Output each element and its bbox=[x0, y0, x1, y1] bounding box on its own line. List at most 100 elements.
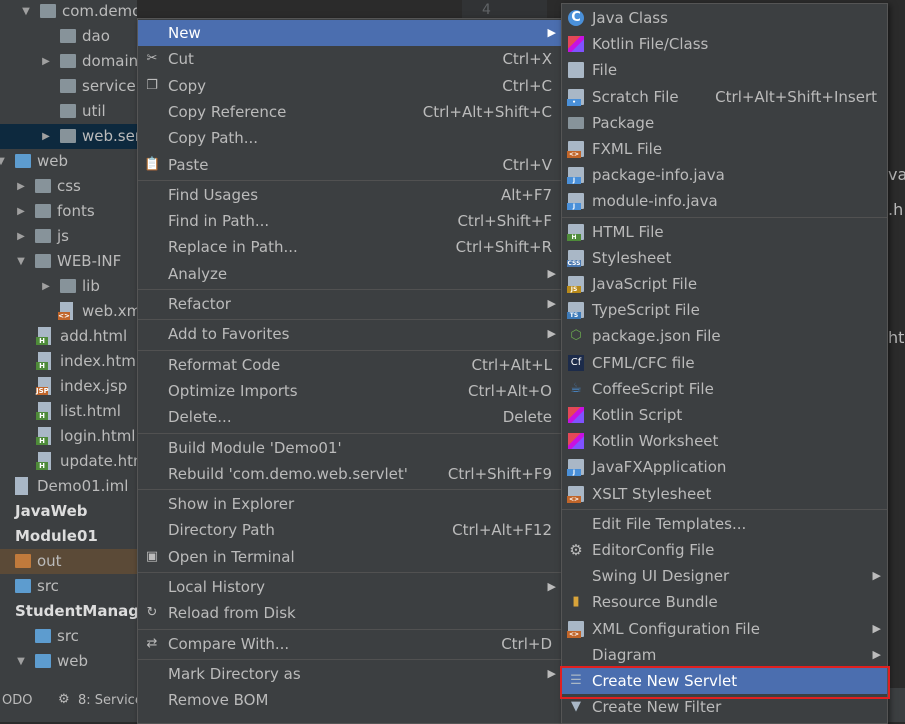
tree-item-label: out bbox=[37, 552, 62, 570]
menu-item-remove-bom[interactable]: Remove BOM bbox=[138, 687, 562, 713]
tree-item-web[interactable]: ▼ web bbox=[0, 149, 137, 174]
tree-item-src[interactable]: src bbox=[0, 624, 137, 649]
chevron-right-icon[interactable]: ▶ bbox=[15, 199, 27, 224]
tree-item-js[interactable]: ▶ js bbox=[0, 224, 137, 249]
shortcut-label: Ctrl+Alt+F12 bbox=[452, 521, 552, 540]
tree-item-studentmanager[interactable]: StudentManager bbox=[0, 599, 137, 624]
folder-icon bbox=[60, 54, 76, 68]
tree-item-label: web bbox=[57, 652, 89, 670]
tree-item-web[interactable]: ▼ web bbox=[0, 649, 137, 674]
menu-item-package-info-java[interactable]: Jpackage-info.java bbox=[562, 162, 887, 188]
menu-item-label: Edit File Templates... bbox=[592, 514, 747, 533]
tree-item-list-html[interactable]: Hlist.html bbox=[0, 399, 137, 424]
menu-item-find-usages[interactable]: Find Usages Alt+F7 bbox=[138, 182, 562, 208]
tree-item-module01[interactable]: Module01 bbox=[0, 524, 137, 549]
menu-item-edit-file-templates[interactable]: Edit File Templates... bbox=[562, 511, 887, 537]
menu-item-kotlin-script[interactable]: Kotlin Script bbox=[562, 402, 887, 428]
menu-item-label: FXML File bbox=[592, 140, 663, 158]
menu-item-cut[interactable]: ✂ Cut Ctrl+X bbox=[138, 46, 562, 72]
tree-item-login-html[interactable]: Hlogin.html bbox=[0, 424, 137, 449]
file-html-icon: H bbox=[36, 402, 51, 420]
menu-item-paste[interactable]: 📋 Paste Ctrl+V bbox=[138, 152, 562, 178]
menu-item-mark-directory-as[interactable]: Mark Directory as ▶ bbox=[138, 661, 562, 687]
new-submenu[interactable]: C Java Class Kotlin File/Class File • Scratch… bbox=[561, 3, 888, 724]
context-menu[interactable]: New ▶ ✂ Cut Ctrl+X ❐ Copy Ctrl+C Copy Reference C… bbox=[137, 18, 563, 724]
menu-item-javafxapplication[interactable]: J JavaFXApplication bbox=[562, 454, 887, 480]
tree-item-web-inf[interactable]: ▼ WEB-INF bbox=[0, 249, 137, 274]
menu-item-label: File bbox=[592, 61, 618, 80]
menu-item-delete[interactable]: Delete... Delete bbox=[138, 404, 562, 430]
tree-item-index-html[interactable]: Hindex.html bbox=[0, 349, 137, 374]
menu-item-package-json-file[interactable]: ⬡ package.json File bbox=[562, 323, 887, 349]
tree-item-web-xml[interactable]: <> web.xml bbox=[0, 299, 137, 324]
chevron-right-icon[interactable]: ▶ bbox=[40, 124, 52, 149]
menu-item-kotlin-worksheet[interactable]: Kotlin Worksheet bbox=[562, 428, 887, 454]
menu-item-local-history[interactable]: Local History ▶ bbox=[138, 574, 562, 600]
menu-item-optimize-imports[interactable]: Optimize Imports Ctrl+Alt+O bbox=[138, 378, 562, 404]
menu-item-xml-configuration-file[interactable]: <> XML Configuration File ▶ bbox=[562, 616, 887, 642]
menu-item-package[interactable]: Package bbox=[562, 110, 887, 136]
menu-item-editorconfig-file[interactable]: ⚙ EditorConfig File bbox=[562, 537, 887, 563]
menu-item-cfml-cfc-file[interactable]: Cf CFML/CFC file bbox=[562, 350, 887, 376]
chevron-down-icon[interactable]: ▼ bbox=[15, 649, 27, 674]
menu-item-xslt-stylesheet[interactable]: <> XSLT Stylesheet bbox=[562, 481, 887, 507]
tree-item-web-servlet[interactable]: ▶ web.servlet bbox=[0, 124, 137, 149]
menu-item-show-in-explorer[interactable]: Show in Explorer bbox=[138, 491, 562, 517]
menu-item-typescript-file[interactable]: TS TypeScript File bbox=[562, 297, 887, 323]
tree-item-out[interactable]: out bbox=[0, 549, 137, 574]
tree-item-util[interactable]: util bbox=[0, 99, 137, 124]
tree-item-update-html[interactable]: Hupdate.html bbox=[0, 449, 137, 474]
menu-item-copy-reference[interactable]: Copy Reference Ctrl+Alt+Shift+C bbox=[138, 99, 562, 125]
tree-item-add-html[interactable]: Hadd.html bbox=[0, 324, 137, 349]
menu-item-rebuild-com-demo-web-servlet[interactable]: Rebuild 'com.demo.web.servlet' Ctrl+Shift… bbox=[138, 461, 562, 487]
project-tree[interactable]: ▼ com.demo dao ▶ domain service util ▶ web.servl… bbox=[0, 0, 137, 722]
menu-item-find-in-path[interactable]: Find in Path... Ctrl+Shift+F bbox=[138, 208, 562, 234]
chevron-right-icon[interactable]: ▶ bbox=[40, 274, 52, 299]
tree-item-fonts[interactable]: ▶ fonts bbox=[0, 199, 137, 224]
menu-item-analyze[interactable]: Analyze ▶ bbox=[138, 261, 562, 287]
menu-item-label: Copy bbox=[168, 76, 207, 95]
tree-item-demo01-iml[interactable]: Demo01.iml bbox=[0, 474, 137, 499]
tree-item-index-jsp[interactable]: JSP index.jsp bbox=[0, 374, 137, 399]
menu-item-compare-with[interactable]: ⇄ Compare With... Ctrl+D bbox=[138, 631, 562, 657]
menu-item-open-in-terminal[interactable]: ▣ Open in Terminal bbox=[138, 544, 562, 570]
tree-item-src[interactable]: src bbox=[0, 574, 137, 599]
tree-item-dao[interactable]: dao bbox=[0, 24, 137, 49]
chevron-right-icon[interactable]: ▶ bbox=[40, 49, 52, 74]
tree-item-domain[interactable]: ▶ domain bbox=[0, 49, 137, 74]
chevron-right-icon[interactable]: ▶ bbox=[15, 224, 27, 249]
menu-item-kotlin-file-class[interactable]: Kotlin File/Class bbox=[562, 31, 887, 57]
menu-item-coffeescript-file[interactable]: ☕ CoffeeScript File bbox=[562, 376, 887, 402]
menu-item-add-to-favorites[interactable]: Add to Favorites ▶ bbox=[138, 321, 562, 347]
menu-item-java-class[interactable]: C Java Class bbox=[562, 5, 887, 31]
menu-item-module-info-java[interactable]: Jmodule-info.java bbox=[562, 188, 887, 214]
menu-item-javascript-file[interactable]: JS JavaScript File bbox=[562, 271, 887, 297]
chevron-down-icon[interactable]: ▼ bbox=[15, 249, 27, 274]
menu-item-file[interactable]: File bbox=[562, 57, 887, 83]
tree-item-css[interactable]: ▶ css bbox=[0, 174, 137, 199]
menu-item-copy-path[interactable]: Copy Path... bbox=[138, 125, 562, 151]
tree-item-lib[interactable]: ▶ lib bbox=[0, 274, 137, 299]
menu-item-replace-in-path[interactable]: Replace in Path... Ctrl+Shift+R bbox=[138, 234, 562, 260]
menu-item-directory-path[interactable]: Directory Path Ctrl+Alt+F12 bbox=[138, 517, 562, 543]
menu-item-resource-bundle[interactable]: ▮ Resource Bundle bbox=[562, 589, 887, 615]
chevron-right-icon[interactable]: ▶ bbox=[15, 174, 27, 199]
menu-item-copy[interactable]: ❐ Copy Ctrl+C bbox=[138, 73, 562, 99]
menu-item-swing-ui-designer[interactable]: Swing UI Designer ▶ bbox=[562, 563, 887, 589]
todo-tab[interactable]: ODO bbox=[2, 693, 32, 708]
menu-item-fxml-file[interactable]: <> FXML File bbox=[562, 136, 887, 162]
menu-item-scratch-file[interactable]: • Scratch File Ctrl+Alt+Shift+Insert bbox=[562, 84, 887, 110]
menu-item-html-file[interactable]: H HTML File bbox=[562, 219, 887, 245]
chevron-down-icon[interactable]: ▼ bbox=[0, 149, 7, 174]
tree-item-com-demo[interactable]: ▼ com.demo bbox=[0, 0, 137, 24]
menu-item-reformat-code[interactable]: Reformat Code Ctrl+Alt+L bbox=[138, 352, 562, 378]
tree-item-javaweb[interactable]: JavaWeb bbox=[0, 499, 137, 524]
menu-item-diagram[interactable]: Diagram ▶ bbox=[562, 642, 887, 668]
menu-item-refactor[interactable]: Refactor ▶ bbox=[138, 291, 562, 317]
tree-item-service[interactable]: service bbox=[0, 74, 137, 99]
menu-item-new[interactable]: New ▶ bbox=[138, 20, 562, 46]
menu-item-build-module-demo01[interactable]: Build Module 'Demo01' bbox=[138, 435, 562, 461]
menu-item-stylesheet[interactable]: CSS Stylesheet bbox=[562, 245, 887, 271]
menu-item-reload-from-disk[interactable]: ↻ Reload from Disk bbox=[138, 600, 562, 626]
chevron-down-icon[interactable]: ▼ bbox=[20, 0, 32, 24]
